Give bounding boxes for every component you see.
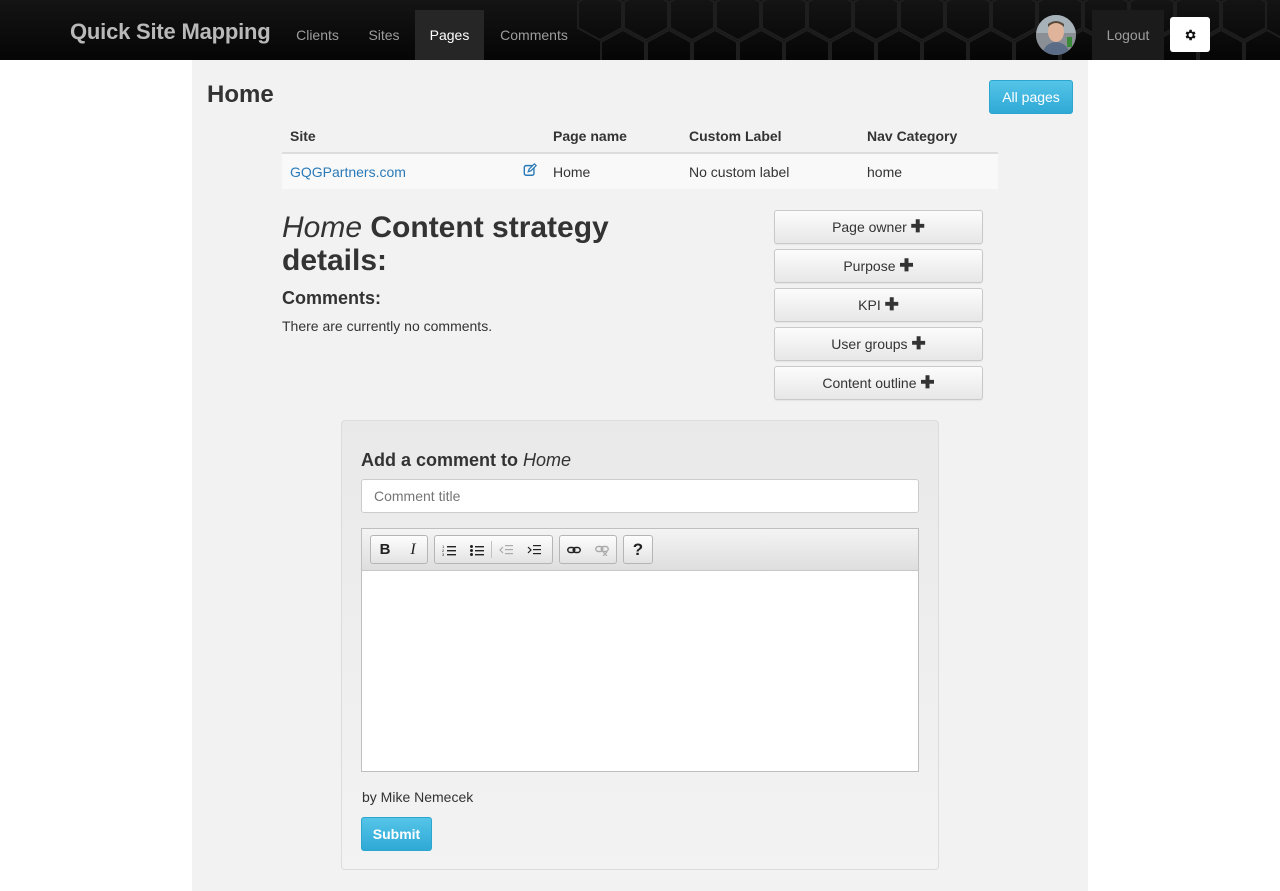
plus-icon: ✚ <box>910 217 925 236</box>
column-header-custom-label: Custom Label <box>681 119 859 154</box>
link-button-group <box>559 535 617 564</box>
plus-icon: ✚ <box>911 334 926 353</box>
avatar-image <box>1036 15 1076 55</box>
purpose-label: Purpose <box>843 258 896 274</box>
indent-button[interactable] <box>520 536 548 563</box>
list-button-group: 1 2 3 <box>434 535 553 564</box>
link-icon <box>567 546 581 553</box>
submit-button[interactable]: Submit <box>361 817 432 851</box>
settings-button[interactable] <box>1170 17 1210 52</box>
ordered-list-icon: 1 2 3 <box>442 544 456 556</box>
strategy-page-name: Home <box>282 211 363 244</box>
comments-heading: Comments: <box>282 288 382 308</box>
page-owner-button[interactable]: Page owner ✚ <box>774 210 983 244</box>
nav-item-comments[interactable]: Comments <box>484 10 584 60</box>
page-owner-label: Page owner <box>832 219 907 235</box>
column-header-nav-category: Nav Category <box>859 119 998 154</box>
bullet-list-icon <box>470 544 484 556</box>
no-comments-text: There are currently no comments. <box>282 318 493 334</box>
edit-cell <box>515 153 545 189</box>
custom-label-cell: No custom label <box>681 153 859 189</box>
unlink-icon <box>595 545 609 556</box>
content-strategy-heading: Home Content strategy details: <box>282 211 682 277</box>
plus-icon: ✚ <box>884 295 899 314</box>
nav-item-clients[interactable]: Clients <box>282 10 353 60</box>
outdent-icon <box>499 544 513 554</box>
all-pages-button[interactable]: All pages <box>989 80 1073 114</box>
column-header-site: Site <box>282 119 515 154</box>
svg-text:3: 3 <box>442 552 445 556</box>
page-info-table: Site Page name Custom Label Nav Category… <box>282 119 998 189</box>
add-comment-prefix: Add a comment to <box>361 450 519 470</box>
bullet-list-button[interactable] <box>463 536 491 563</box>
insert-link-button[interactable] <box>560 536 588 563</box>
column-header-edit <box>515 119 545 154</box>
comment-title-input[interactable] <box>361 479 919 513</box>
page-title: Home <box>207 81 274 108</box>
kpi-button[interactable]: KPI ✚ <box>774 288 983 322</box>
comment-author-byline: by Mike Nemecek <box>362 789 474 805</box>
plus-icon: ✚ <box>920 373 935 392</box>
help-button[interactable]: ? <box>624 536 652 563</box>
table-header-row: Site Page name Custom Label Nav Category <box>282 119 998 154</box>
user-groups-button[interactable]: User groups ✚ <box>774 327 983 361</box>
purpose-button[interactable]: Purpose ✚ <box>774 249 983 283</box>
site-link[interactable]: GQGPartners.com <box>282 153 515 189</box>
page-name-cell: Home <box>545 153 681 189</box>
nav-item-sites[interactable]: Sites <box>353 10 415 60</box>
user-avatar[interactable] <box>1036 15 1076 55</box>
nav-item-pages[interactable]: Pages <box>415 10 484 60</box>
rich-text-editor[interactable]: B I 1 2 3 ? <box>361 528 919 772</box>
outdent-button[interactable] <box>492 536 520 563</box>
column-header-page-name: Page name <box>545 119 681 154</box>
gear-icon <box>1185 29 1196 40</box>
add-comment-panel: Add a comment to Home B I 1 2 3 <box>341 420 939 870</box>
top-navbar: Quick Site Mapping Clients Sites Pages C… <box>0 0 1280 60</box>
nav-category-cell: home <box>859 153 998 189</box>
main-content: Home All pages Site Page name Custom Lab… <box>192 60 1088 891</box>
add-comment-page-name: Home <box>523 450 572 470</box>
italic-button[interactable]: I <box>399 536 427 563</box>
format-button-group: B I <box>370 535 428 564</box>
content-outline-button[interactable]: Content outline ✚ <box>774 366 983 400</box>
brand-title[interactable]: Quick Site Mapping <box>70 19 271 45</box>
remove-link-button[interactable] <box>588 536 616 563</box>
kpi-label: KPI <box>858 297 881 313</box>
logout-link[interactable]: Logout <box>1092 10 1164 60</box>
table-row: GQGPartners.com Home No custom label hom… <box>282 153 998 189</box>
add-comment-heading: Add a comment to Home <box>361 450 571 471</box>
ordered-list-button[interactable]: 1 2 3 <box>435 536 463 563</box>
edit-icon[interactable] <box>523 163 537 177</box>
indent-icon <box>527 544 541 554</box>
help-button-group: ? <box>623 535 653 564</box>
bold-button[interactable]: B <box>371 536 399 563</box>
editor-toolbar: B I 1 2 3 ? <box>362 529 918 571</box>
user-groups-label: User groups <box>831 336 908 352</box>
content-outline-label: Content outline <box>822 375 917 391</box>
plus-icon: ✚ <box>899 256 914 275</box>
